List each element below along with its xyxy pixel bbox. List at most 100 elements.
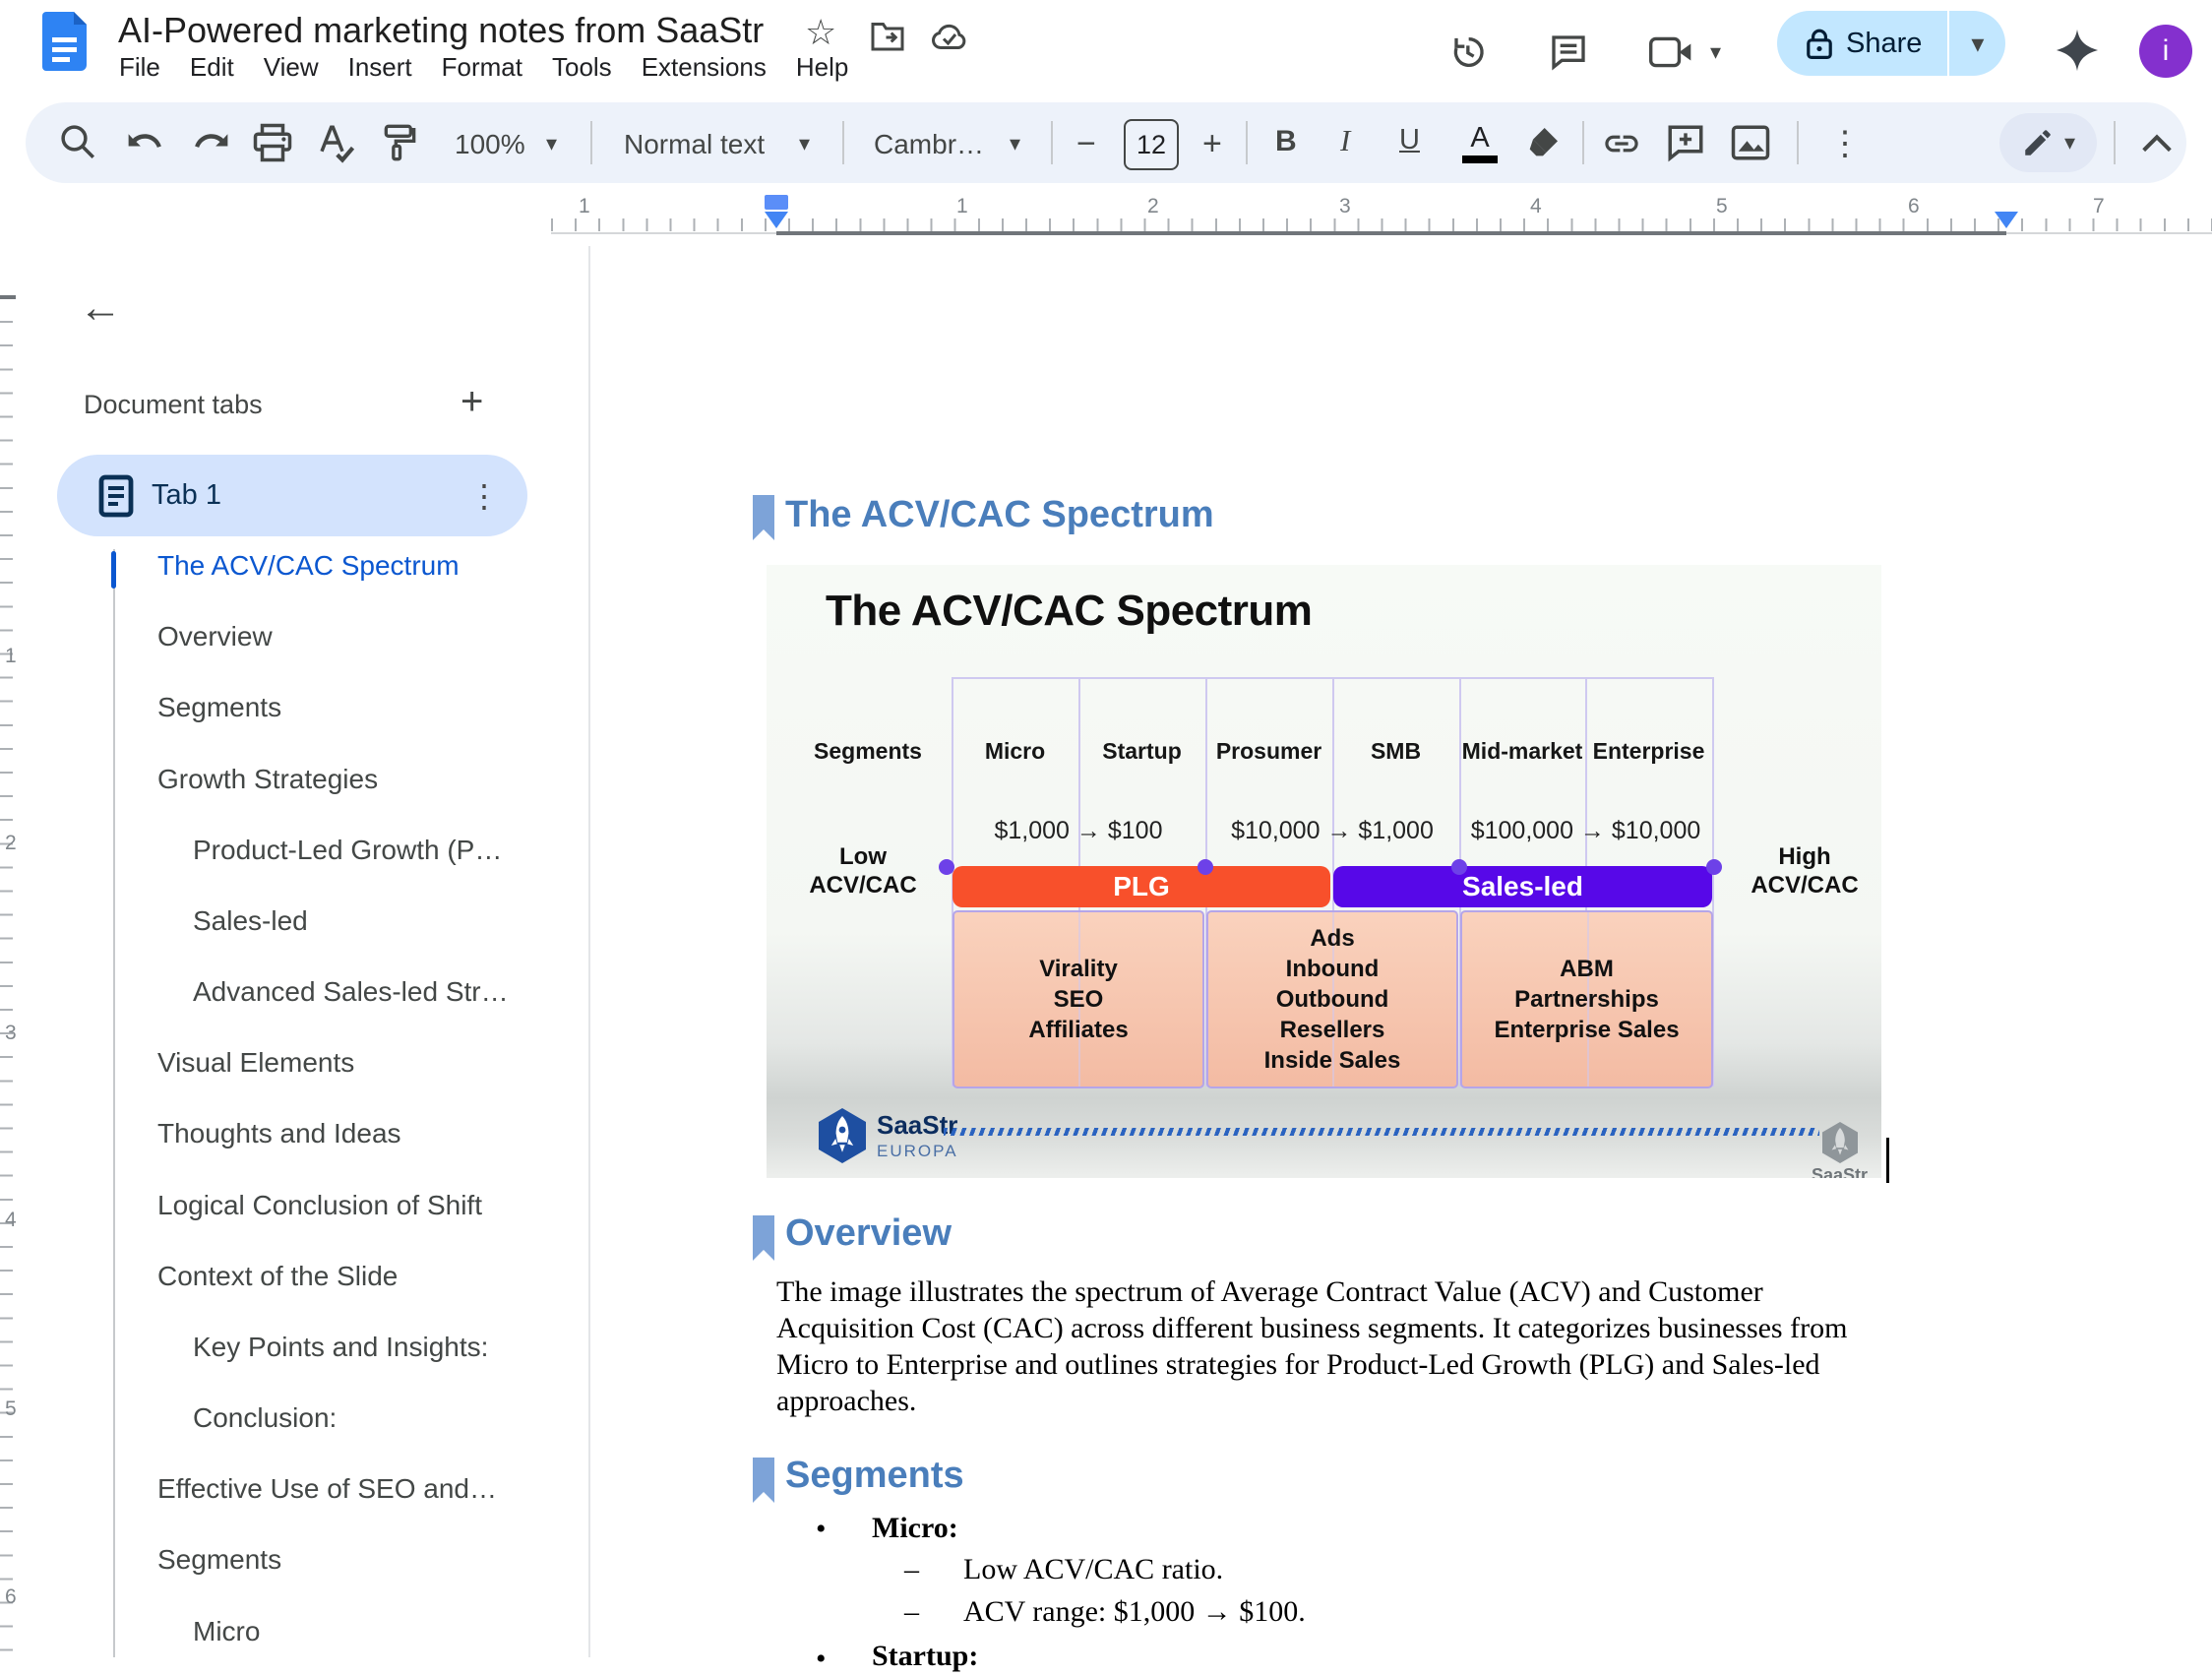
vertical-ruler-margin xyxy=(0,295,16,299)
outline-item[interactable]: Segments xyxy=(157,1544,281,1582)
move-to-folder-icon[interactable] xyxy=(870,22,905,53)
account-avatar[interactable]: i xyxy=(2139,25,2192,78)
video-call-dropdown-icon[interactable]: ▾ xyxy=(1710,39,1721,65)
tab-item-1[interactable]: Tab 1 ⋮ xyxy=(57,455,527,536)
doc-heading-acv-cac: The ACV/CAC Spectrum xyxy=(785,494,1214,536)
bullet-startup: Startup: xyxy=(872,1640,978,1673)
tab-options-icon[interactable]: ⋮ xyxy=(468,477,500,515)
font-dropdown-icon[interactable]: ▾ xyxy=(1010,131,1020,156)
saastr-logo-subtext: EUROPA xyxy=(877,1142,958,1161)
spellcheck-button[interactable] xyxy=(315,122,356,163)
toolbar-separator xyxy=(590,121,592,164)
font-size-input[interactable]: 12 xyxy=(1124,119,1179,170)
outline-connector-line xyxy=(113,549,115,1657)
toolbar-separator xyxy=(1797,121,1799,164)
outline-item[interactable]: Segments xyxy=(157,692,281,729)
indent-marker-left-triangle[interactable] xyxy=(765,212,788,228)
outline-item[interactable]: Product-Led Growth (P… xyxy=(193,835,502,872)
insert-image-button[interactable] xyxy=(1730,122,1771,163)
outline-item[interactable]: Effective Use of SEO and… xyxy=(157,1473,497,1511)
document-status-saved-icon[interactable] xyxy=(929,22,970,53)
micro-point-1: Low ACV/CAC ratio. xyxy=(963,1553,1223,1586)
doc-heading-overview: Overview xyxy=(785,1212,952,1255)
horizontal-ruler xyxy=(551,218,2212,231)
outline-item[interactable]: Context of the Slide xyxy=(157,1261,398,1298)
menu-insert[interactable]: Insert xyxy=(334,49,427,86)
share-dropdown-icon[interactable]: ▾ xyxy=(1949,29,2005,59)
increase-font-size-button[interactable]: + xyxy=(1202,125,1222,163)
menu-view[interactable]: View xyxy=(249,49,334,86)
figure-low-label: Low ACV/CAC xyxy=(794,842,932,900)
outline-item[interactable]: The ACV/CAC Spectrum xyxy=(157,550,460,588)
close-tabs-panel-button[interactable]: ← xyxy=(79,283,122,333)
insert-link-button[interactable] xyxy=(1600,124,1643,163)
paint-format-button[interactable] xyxy=(378,122,417,163)
overview-paragraph-line: Micro to Enterprise and outlines strateg… xyxy=(776,1348,1820,1382)
text-color-button[interactable]: A xyxy=(1462,122,1498,163)
outline-item[interactable]: Overview xyxy=(157,621,273,658)
menu-file[interactable]: File xyxy=(104,49,175,86)
outline-item[interactable]: Key Points and Insights: xyxy=(193,1332,488,1369)
mode-dropdown-icon[interactable]: ▾ xyxy=(2064,130,2075,155)
star-icon[interactable]: ☆ xyxy=(805,12,836,53)
styles-select[interactable]: Normal text xyxy=(624,129,765,160)
editing-mode-button[interactable]: ▾ xyxy=(1999,113,2097,172)
figure-column-label: Micro xyxy=(952,738,1078,765)
indent-marker-left[interactable] xyxy=(765,195,788,210)
doc-heading-segments: Segments xyxy=(785,1455,964,1497)
highlight-color-button[interactable] xyxy=(1523,122,1563,163)
version-history-icon[interactable] xyxy=(1447,32,1487,72)
decrease-font-size-button[interactable]: − xyxy=(1076,125,1096,163)
outline-item[interactable]: Sales-led xyxy=(193,905,308,943)
comments-icon[interactable] xyxy=(1549,32,1588,72)
outline-item[interactable]: Advanced Sales-led Str… xyxy=(193,976,509,1014)
figure-column-label: Mid-market xyxy=(1459,738,1585,765)
figure-salesled-bar-label: Sales-led xyxy=(1462,871,1583,902)
video-call-icon[interactable] xyxy=(1649,35,1692,69)
menu-extensions[interactable]: Extensions xyxy=(627,49,781,86)
zoom-dropdown-icon[interactable]: ▾ xyxy=(546,131,557,156)
menu-bar: File Edit View Insert Format Tools Exten… xyxy=(104,49,863,86)
undo-button[interactable] xyxy=(126,124,167,161)
figure-column-label: SMB xyxy=(1332,738,1459,765)
menu-tools[interactable]: Tools xyxy=(537,49,627,86)
document-tab-icon xyxy=(98,474,134,518)
docs-logo[interactable] xyxy=(42,12,87,71)
figure-column-label: Prosumer xyxy=(1205,738,1332,765)
figure-column-label: Enterprise xyxy=(1585,738,1712,765)
menu-edit[interactable]: Edit xyxy=(175,49,249,86)
add-comment-button[interactable] xyxy=(1665,122,1706,163)
bold-button[interactable]: B xyxy=(1275,125,1297,158)
figure-column-label: Startup xyxy=(1078,738,1205,765)
zoom-select[interactable]: 100% xyxy=(455,129,525,160)
text-color-letter: A xyxy=(1470,122,1489,154)
embedded-image-acv-cac-spectrum[interactable]: The ACV/CAC Spectrum Segments Micro Star… xyxy=(767,565,1881,1178)
underline-button[interactable]: U xyxy=(1399,124,1420,156)
print-button[interactable] xyxy=(252,122,293,163)
outline-item[interactable]: Growth Strategies xyxy=(157,764,378,801)
ruler-margin-line xyxy=(776,231,2006,235)
saastr-watermark-text: SaaStr xyxy=(1812,1165,1868,1178)
styles-dropdown-icon[interactable]: ▾ xyxy=(799,131,810,156)
outline-item[interactable]: Micro xyxy=(193,1616,260,1653)
outline-item[interactable]: Logical Conclusion of Shift xyxy=(157,1190,482,1227)
saastr-logo-icon xyxy=(819,1108,866,1163)
figure-strategy-text: Ads Inbound Outbound Resellers Inside Sa… xyxy=(1264,923,1401,1076)
menu-help[interactable]: Help xyxy=(781,49,863,86)
search-menus-icon[interactable] xyxy=(57,121,98,162)
outline-item[interactable]: Visual Elements xyxy=(157,1047,354,1085)
share-button[interactable]: Share xyxy=(1777,11,1947,76)
toolbar-more-button[interactable]: ⋮ xyxy=(1828,124,1862,163)
redo-button[interactable] xyxy=(189,124,230,161)
outline-item[interactable]: Thoughts and Ideas xyxy=(157,1118,401,1155)
italic-button[interactable]: I xyxy=(1340,123,1350,158)
gemini-sparkle-icon[interactable] xyxy=(2055,28,2100,73)
outline-item[interactable]: Conclusion: xyxy=(193,1402,337,1440)
add-tab-button[interactable]: + xyxy=(461,380,483,424)
font-select[interactable]: Cambr… xyxy=(874,129,984,160)
lock-icon xyxy=(1807,28,1832,59)
menu-format[interactable]: Format xyxy=(427,49,537,86)
document-title[interactable]: AI-Powered marketing notes from SaaStr xyxy=(118,10,764,51)
hide-menus-button[interactable] xyxy=(2137,126,2177,161)
indent-marker-right[interactable] xyxy=(1995,212,2018,228)
